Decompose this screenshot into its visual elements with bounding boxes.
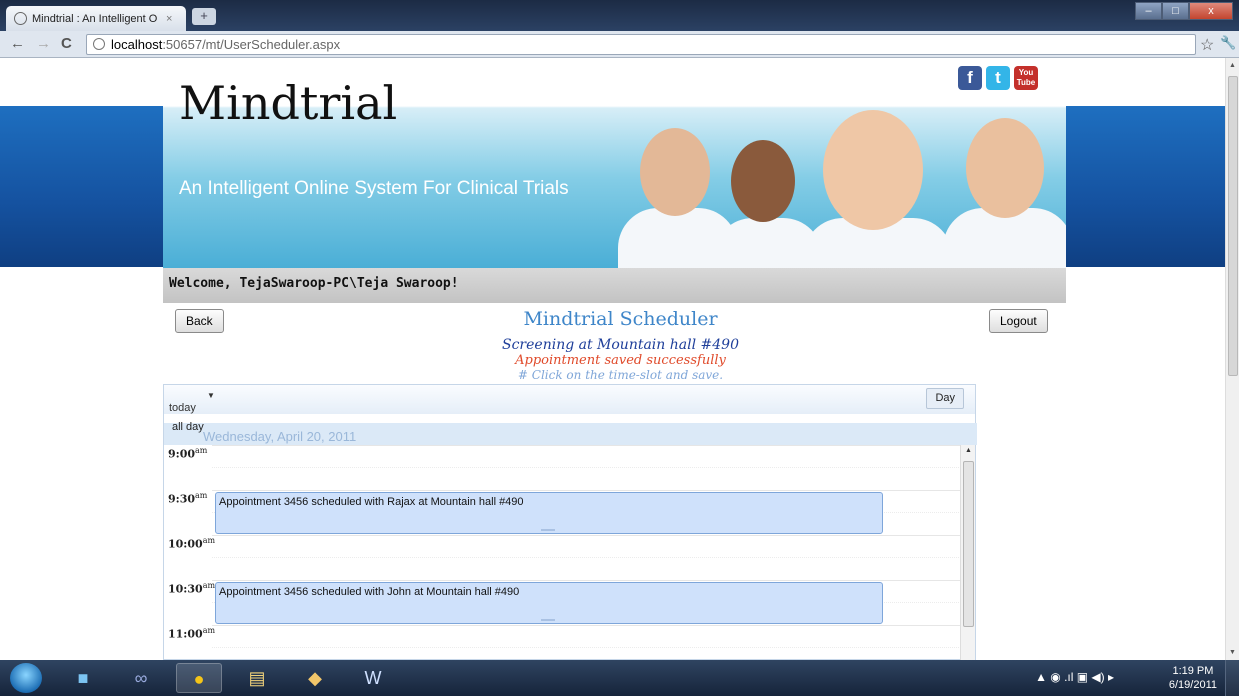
page-container: Mindtrial An Intelligent Online System F… bbox=[163, 58, 1066, 660]
calendar-event[interactable]: Appointment 3456 scheduled with John at … bbox=[215, 582, 883, 624]
today-button[interactable]: today bbox=[169, 402, 196, 414]
scrollbar-thumb[interactable] bbox=[963, 461, 974, 627]
word-icon[interactable]: W bbox=[350, 663, 396, 693]
file-explorer-icon[interactable]: ▤ bbox=[234, 663, 280, 693]
time-slot[interactable] bbox=[212, 445, 961, 468]
maximize-button[interactable]: □ bbox=[1162, 2, 1189, 20]
welcome-text: Welcome, TejaSwaroop-PC\Teja Swaroop! bbox=[169, 276, 459, 291]
time-label: 9:30am bbox=[168, 491, 208, 506]
calendar-toolbar: today ▼ Day bbox=[164, 385, 975, 414]
site-header: Mindtrial An Intelligent Online System F… bbox=[163, 58, 1066, 268]
page-scrollbar[interactable]: ▲ ▼ bbox=[1225, 58, 1239, 660]
infinity-app-icon[interactable]: ∞ bbox=[118, 663, 164, 693]
browser-tab[interactable]: Mindtrial : An Intelligent O × bbox=[6, 6, 186, 31]
page-viewport: Mindtrial An Intelligent Online System F… bbox=[0, 58, 1225, 660]
windows-taskbar: ■ ∞ ● ▤ ◆ W ▲ ◉ .ıl ▣ ◀) ▸ 1:19 PM 6/19/… bbox=[0, 660, 1239, 696]
scroll-up-icon[interactable]: ▲ bbox=[965, 447, 972, 454]
day-calendar: today ▼ Day all day Wednesday, April 20,… bbox=[163, 384, 977, 660]
scheduler-title: Mindtrial Scheduler bbox=[523, 308, 718, 330]
page-scrollbar-thumb[interactable] bbox=[1228, 76, 1238, 376]
site-tagline: An Intelligent Online System For Clinica… bbox=[179, 178, 569, 199]
tab-title: Mindtrial : An Intelligent O bbox=[32, 12, 158, 25]
show-desktop-button[interactable] bbox=[1225, 660, 1239, 696]
resize-handle[interactable] bbox=[541, 529, 555, 531]
scroll-down-icon[interactable]: ▼ bbox=[1229, 649, 1236, 656]
time-slot[interactable] bbox=[212, 625, 961, 648]
globe-icon bbox=[14, 12, 27, 25]
event-title: Appointment 3456 scheduled with Rajax at… bbox=[219, 496, 524, 508]
window-controls: – □ x bbox=[1135, 2, 1233, 20]
hint-text: # Click on the time-slot and save. bbox=[517, 368, 724, 382]
tab-close-icon[interactable]: × bbox=[166, 13, 172, 25]
bookmark-star-icon[interactable]: ☆ bbox=[1200, 35, 1214, 55]
resize-handle[interactable] bbox=[541, 619, 555, 621]
virtualbox-icon[interactable]: ■ bbox=[60, 663, 106, 693]
url-path: :50657/mt/UserScheduler.aspx bbox=[162, 37, 341, 52]
reload-icon[interactable]: C bbox=[61, 35, 72, 52]
scroll-up-icon[interactable]: ▲ bbox=[1229, 62, 1236, 69]
twitter-icon[interactable]: t bbox=[986, 66, 1010, 90]
calendar-scrollbar[interactable]: ▲ bbox=[960, 445, 975, 660]
url-host: localhost bbox=[111, 37, 163, 52]
page-icon bbox=[93, 38, 105, 50]
time-label: 11:00am bbox=[168, 626, 216, 641]
time-slot[interactable] bbox=[212, 467, 961, 490]
facebook-icon[interactable]: f bbox=[958, 66, 982, 90]
time-grid: 9:00am 9:30am 10:00am 10:30am 11:00am Ap… bbox=[164, 445, 961, 660]
time-slot[interactable] bbox=[212, 557, 961, 580]
url-bar[interactable]: localhost:50657/mt/UserScheduler.aspx bbox=[86, 34, 1196, 55]
calendar-event[interactable]: Appointment 3456 scheduled with Rajax at… bbox=[215, 492, 883, 534]
day-view-button[interactable]: Day bbox=[926, 388, 964, 409]
system-clock[interactable]: 1:19 PM 6/19/2011 bbox=[1169, 664, 1217, 692]
calendar-date: Wednesday, April 20, 2011 bbox=[203, 429, 357, 444]
caret-down-icon[interactable]: ▼ bbox=[207, 391, 215, 400]
welcome-bar: Welcome, TejaSwaroop-PC\Teja Swaroop! bbox=[163, 268, 1066, 303]
minimize-button[interactable]: – bbox=[1135, 2, 1162, 20]
chrome-icon[interactable]: ● bbox=[176, 663, 222, 693]
time-label: 10:00am bbox=[168, 536, 216, 551]
time-slot[interactable] bbox=[212, 647, 961, 660]
time-label: 10:30am bbox=[168, 581, 216, 596]
new-tab-button[interactable]: + bbox=[192, 8, 216, 25]
browser-toolbar: ← → C localhost:50657/mt/UserScheduler.a… bbox=[0, 31, 1239, 58]
time-label: 9:00am bbox=[168, 446, 208, 461]
start-button[interactable] bbox=[10, 663, 42, 693]
close-window-button[interactable]: x bbox=[1189, 2, 1233, 20]
youtube-icon[interactable]: You Tube bbox=[1014, 66, 1038, 90]
time-slot[interactable] bbox=[212, 535, 961, 558]
scheduler-subtitle: Screening at Mountain hall #490 bbox=[502, 337, 739, 353]
wrench-icon[interactable]: 🔧 bbox=[1220, 35, 1236, 51]
browser-titlebar: Mindtrial : An Intelligent O × + – □ x bbox=[0, 0, 1239, 31]
site-logo[interactable]: Mindtrial bbox=[179, 76, 397, 130]
folder-icon[interactable]: ◆ bbox=[292, 663, 338, 693]
forward-arrow-icon[interactable]: → bbox=[36, 35, 51, 52]
system-tray-icons[interactable]: ▲ ◉ .ıl ▣ ◀) ▸ bbox=[1035, 670, 1114, 684]
all-day-label: all day bbox=[172, 421, 204, 433]
status-message: Appointment saved successfully bbox=[515, 353, 726, 368]
event-title: Appointment 3456 scheduled with John at … bbox=[219, 586, 520, 598]
back-arrow-icon[interactable]: ← bbox=[10, 35, 25, 52]
